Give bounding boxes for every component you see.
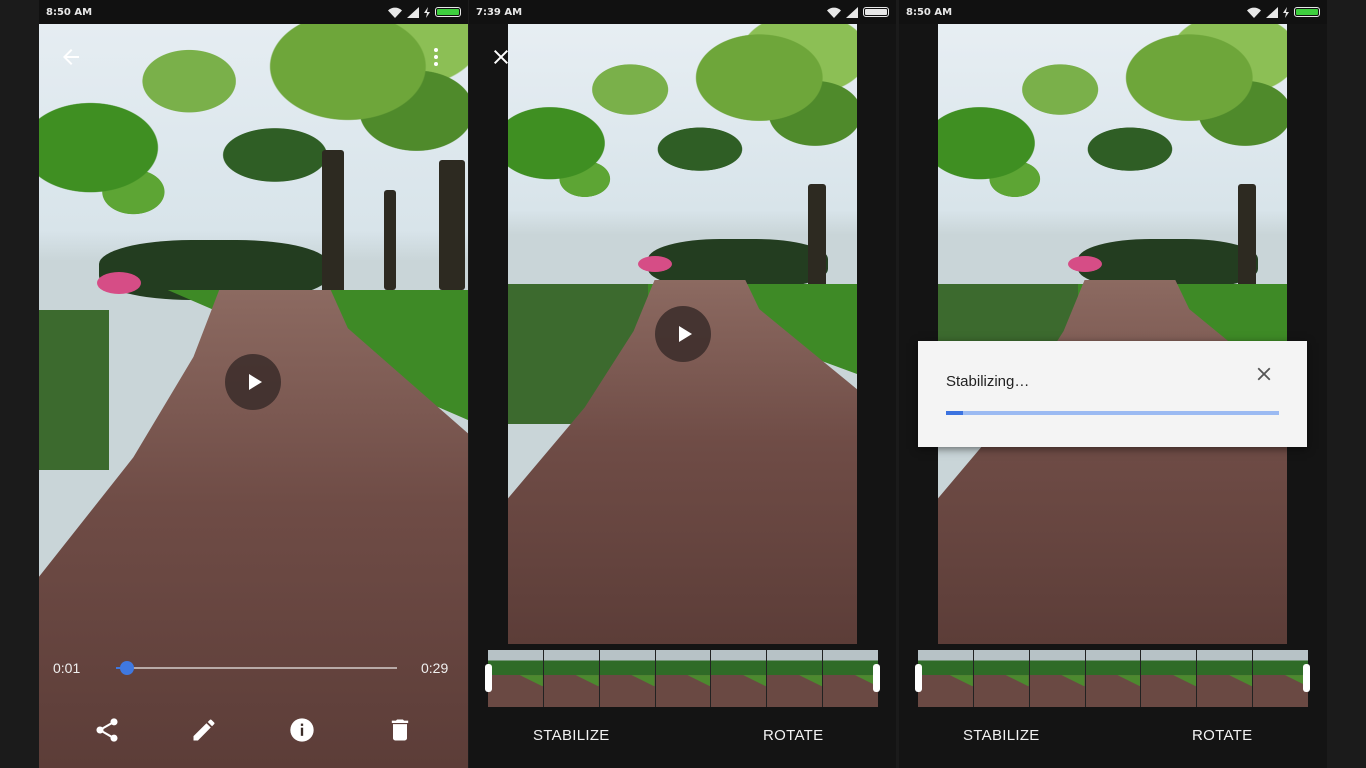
filmstrip-frame	[1197, 650, 1253, 707]
pencil-icon[interactable]	[190, 716, 218, 744]
filmstrip-frame	[543, 650, 599, 707]
close-icon[interactable]	[1253, 363, 1275, 385]
play-button[interactable]	[225, 354, 281, 410]
dialog-message: Stabilizing…	[946, 373, 1030, 390]
stabilizing-progress-bar	[946, 411, 1279, 415]
seek-thumb[interactable]	[120, 661, 134, 675]
trash-icon[interactable]	[386, 716, 414, 744]
trim-handle-end[interactable]	[873, 664, 880, 692]
signal-icon	[407, 6, 419, 18]
trim-handle-end[interactable]	[1303, 664, 1310, 692]
status-time: 7:39 AM	[476, 6, 523, 18]
play-button[interactable]	[655, 306, 711, 362]
play-icon	[678, 326, 692, 342]
wifi-icon	[388, 7, 402, 18]
filmstrip-frame	[599, 650, 655, 707]
charging-icon	[424, 6, 430, 18]
status-time: 8:50 AM	[46, 6, 93, 18]
rotate-button[interactable]: ROTATE	[1192, 727, 1252, 744]
filmstrip-frame	[1085, 650, 1141, 707]
stabilizing-dialog: Stabilizing…	[918, 341, 1307, 447]
battery-icon	[863, 7, 889, 17]
duration: 0:29	[421, 660, 449, 676]
back-arrow-icon[interactable]	[59, 45, 83, 69]
trim-handle-start[interactable]	[915, 664, 922, 692]
stabilizing-progress-fill	[946, 411, 963, 415]
current-time: 0:01	[53, 660, 81, 676]
more-icon[interactable]	[424, 45, 448, 69]
battery-icon	[435, 7, 461, 17]
trim-filmstrip[interactable]	[918, 650, 1309, 707]
trim-handle-start[interactable]	[485, 664, 492, 692]
filmstrip-frame	[655, 650, 711, 707]
share-icon[interactable]	[93, 716, 121, 744]
status-bar: 8:50 AM	[39, 0, 468, 24]
battery-icon	[1294, 7, 1320, 17]
wifi-icon	[1247, 7, 1261, 18]
signal-icon	[846, 6, 858, 18]
wifi-icon	[827, 7, 841, 18]
stabilize-button[interactable]: STABILIZE	[533, 727, 610, 744]
signal-icon	[1266, 6, 1278, 18]
status-time: 8:50 AM	[906, 6, 953, 18]
video-preview	[938, 24, 1287, 644]
filmstrip-frame	[973, 650, 1029, 707]
filmstrip-frame	[1029, 650, 1085, 707]
filmstrip-frame	[1253, 650, 1309, 707]
filmstrip-frame	[767, 650, 823, 707]
rotate-button[interactable]: ROTATE	[763, 727, 823, 744]
filmstrip-frame	[823, 650, 879, 707]
video-editor-panel: 7:39 AM STABILIZE ROTATE	[469, 0, 896, 768]
info-icon[interactable]	[288, 716, 316, 744]
status-bar: 8:50 AM	[899, 0, 1327, 24]
filmstrip-frame	[1141, 650, 1197, 707]
seek-bar[interactable]	[116, 667, 397, 669]
play-icon	[248, 374, 262, 390]
status-bar: 7:39 AM	[469, 0, 896, 24]
trim-filmstrip[interactable]	[488, 650, 879, 707]
stabilize-button[interactable]: STABILIZE	[963, 727, 1040, 744]
charging-icon	[1283, 6, 1289, 18]
filmstrip-frame	[711, 650, 767, 707]
video-viewer-panel: 8:50 AM 0:01 0:29	[39, 0, 468, 768]
filmstrip-frame	[918, 650, 973, 707]
filmstrip-frame	[488, 650, 543, 707]
